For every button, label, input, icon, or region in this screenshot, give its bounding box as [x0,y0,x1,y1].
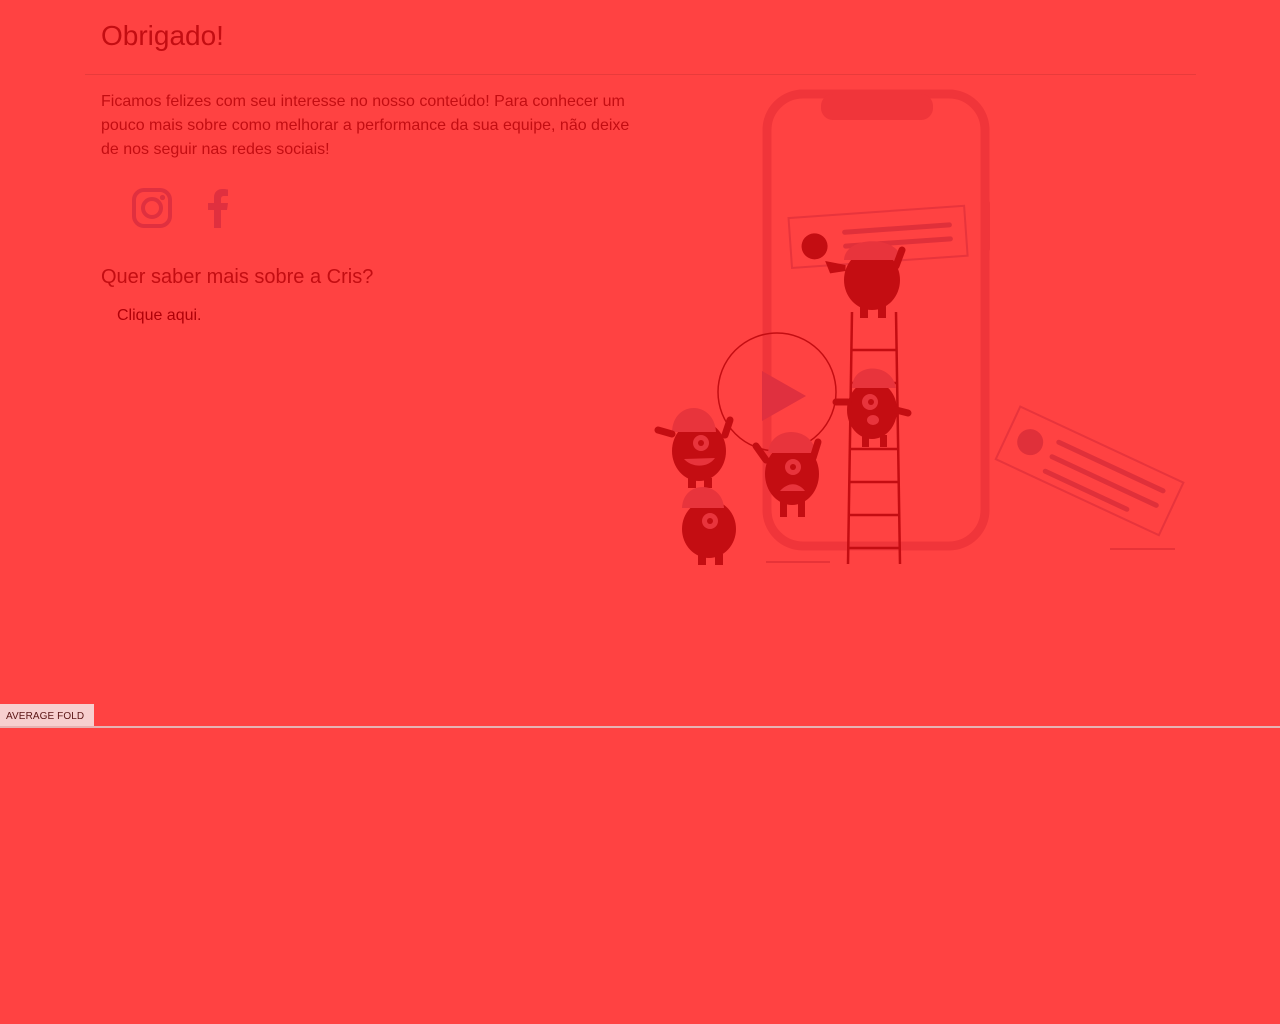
play-icon [717,332,837,452]
instagram-link[interactable] [128,184,176,232]
page-header: Obrigado! [85,0,1196,75]
social-links [128,182,242,234]
learn-more-link[interactable]: Clique aqui. [117,306,202,326]
section-subtitle: Quer saber mais sobre a Cris? [101,266,374,288]
facebook-icon [208,189,228,228]
intro-text: Ficamos felizes com seu interesse no nos… [101,93,630,158]
monster-top [825,241,906,318]
monster-bottom [682,487,736,565]
facebook-link[interactable] [194,184,242,232]
floating-card [994,405,1185,537]
page: Obrigado! Ficamos felizes com seu intere… [0,0,1280,1024]
fold-line [0,726,1280,728]
illustration [654,89,1185,565]
instagram-icon [132,188,172,228]
page-title: Obrigado! [101,20,224,51]
monster-left [654,408,734,488]
fold-label: AVERAGE FOLD [0,704,94,726]
